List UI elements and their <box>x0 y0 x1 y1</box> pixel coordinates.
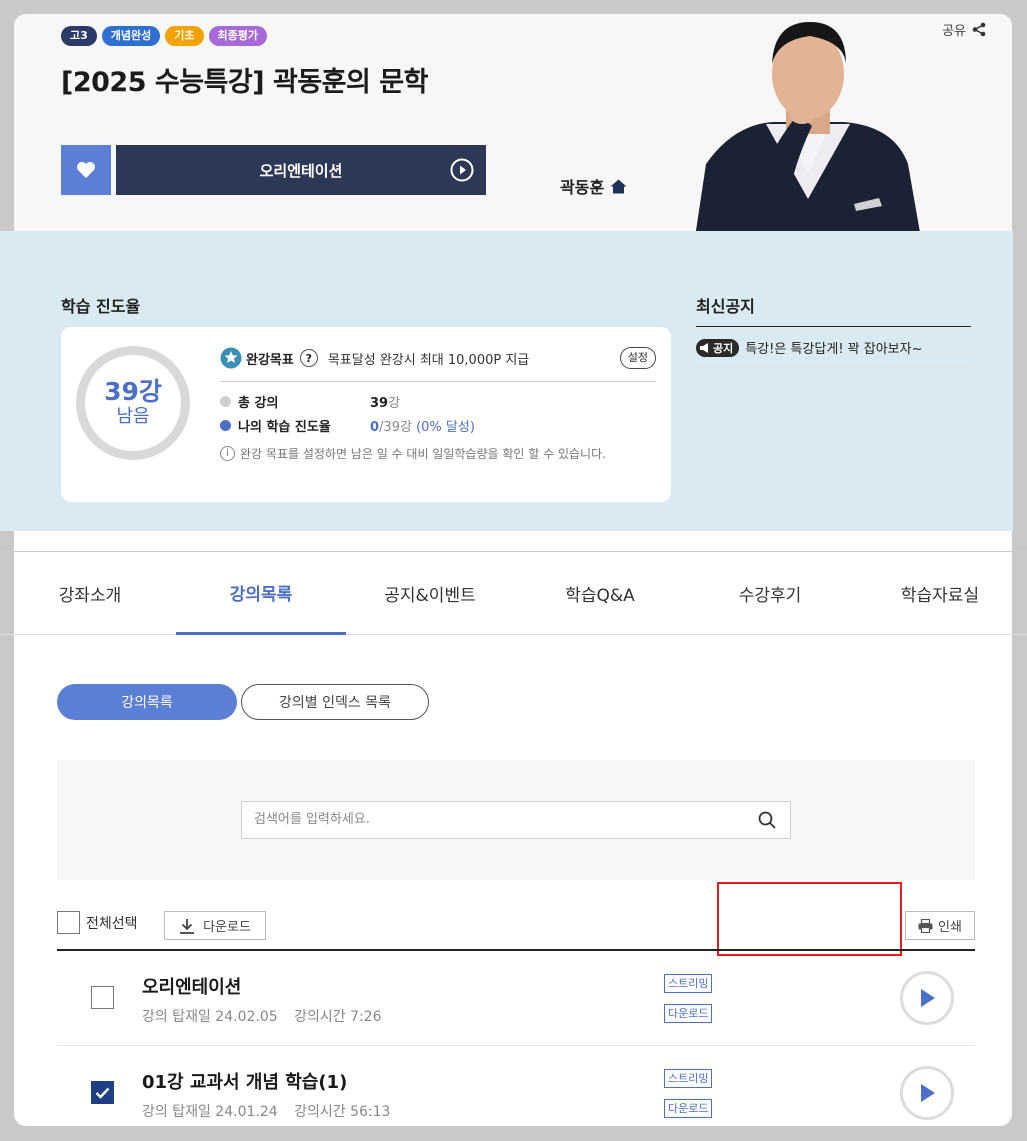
lecture-duration: 강의시간 7:26 <box>294 1009 382 1025</box>
highlight-box <box>717 882 902 956</box>
heart-icon <box>77 162 95 178</box>
tab-lecture-list[interactable]: 강의목록 <box>176 552 346 635</box>
print-label: 인쇄 <box>938 920 962 935</box>
lecture-meta: 강의 탑재일 24.01.24 강의시간 56:13 <box>142 1101 402 1121</box>
lecture-date: 강의 탑재일 24.02.05 <box>142 1009 278 1025</box>
play-icon <box>921 1084 935 1102</box>
notice-item[interactable]: 공지 특강!은 특강답게! 꽉 잡아보자~ <box>696 338 922 357</box>
my-progress-row: 나의 학습 진도율 0/39강 (0% 달성) <box>220 416 475 435</box>
search-placeholder: 검색어를 입력하세요. <box>254 812 370 827</box>
notice-divider <box>696 326 971 327</box>
lecture-date: 강의 탑재일 24.01.24 <box>142 1104 278 1120</box>
course-header: 고3 개념완성 기초 최종평가 [2025 수능특강] 곽동훈의 문학 공유 오… <box>14 14 1012 244</box>
play-circle-icon <box>450 158 474 182</box>
course-title: [2025 수능특강] 곽동훈의 문학 <box>61 67 428 98</box>
remaining-ring: 39강 남음 <box>76 346 190 460</box>
select-all-label: 전체선택 <box>86 915 138 932</box>
lecture-title[interactable]: 01강 교과서 개념 학습(1) <box>142 1068 347 1094</box>
play-button[interactable] <box>900 1066 954 1120</box>
orientation-button[interactable]: 오리엔테이션 <box>116 145 486 195</box>
badge-concept: 개념완성 <box>101 26 161 46</box>
goal-setting-button[interactable]: 설정 <box>619 347 656 369</box>
search-icon[interactable] <box>758 811 776 829</box>
streaming-chip[interactable]: 스트리밍 <box>664 974 713 993</box>
gray-dot-icon <box>220 396 231 407</box>
remaining-number: 39강 <box>104 377 162 406</box>
favorite-button[interactable] <box>61 145 111 195</box>
goal-row: 완강목표 ? 목표달성 완강시 최대 10,000P 지급 설정 <box>220 347 656 369</box>
share-label: 공유 <box>942 24 966 39</box>
share-button[interactable]: 공유 <box>942 20 986 39</box>
badge-basic: 기초 <box>165 26 204 46</box>
notice-tag: 공지 <box>696 338 740 357</box>
notice-title: 최신공지 <box>696 297 755 316</box>
lecture-meta: 강의 탑재일 24.02.05 강의시간 7:26 <box>142 1006 394 1026</box>
megaphone-icon <box>700 342 708 353</box>
divider <box>220 381 656 382</box>
progress-title: 학습 진도율 <box>61 297 141 316</box>
badge-grade: 고3 <box>61 26 97 46</box>
total-value: 39 <box>370 396 389 411</box>
total-label: 총 강의 <box>238 396 279 411</box>
download-button[interactable]: 다운로드 <box>164 911 266 940</box>
goal-info: i 완강 목표를 설정하면 남은 일 수 대비 일일학습량을 확인 할 수 있습… <box>220 445 610 463</box>
tab-intro[interactable]: 강좌소개 <box>20 552 160 635</box>
lecture-row: 01강 교과서 개념 학습(1) 강의 탑재일 24.01.24 강의시간 56… <box>57 1046 975 1141</box>
print-button[interactable]: 인쇄 <box>905 911 975 940</box>
download-chip[interactable]: 다운로드 <box>664 1004 713 1023</box>
total-lectures-row: 총 강의 39강 <box>220 392 400 411</box>
streaming-chip[interactable]: 스트리밍 <box>664 1069 713 1088</box>
progress-card: 39강 남음 완강목표 ? 목표달성 완강시 최대 10,000P 지급 설정 … <box>61 327 671 502</box>
index-list-mode-button[interactable]: 강의별 인덱스 목록 <box>241 684 429 720</box>
teacher-name: 곽동훈 <box>560 178 605 197</box>
teacher-link[interactable]: 곽동훈 <box>560 174 627 198</box>
select-all[interactable]: 전체선택 <box>57 911 138 934</box>
check-icon <box>95 1087 110 1099</box>
printer-icon <box>918 918 933 933</box>
medal-icon <box>220 347 242 369</box>
goal-description: 목표달성 완강시 최대 10,000P 지급 <box>327 352 530 368</box>
help-icon[interactable]: ? <box>299 349 318 367</box>
orientation-label: 오리엔테이션 <box>259 161 343 180</box>
my-done: 0 <box>370 420 380 435</box>
course-tabs: 강좌소개 강의목록 공지&이벤트 학습Q&A 수강후기 학습자료실 <box>0 551 1027 635</box>
tab-reviews[interactable]: 수강후기 <box>695 552 845 635</box>
tab-materials[interactable]: 학습자료실 <box>865 552 1015 635</box>
lecture-checkbox[interactable] <box>91 986 114 1009</box>
play-icon <box>921 989 935 1007</box>
download-icon <box>180 918 195 934</box>
my-progress-label: 나의 학습 진도율 <box>238 420 331 435</box>
lecture-duration: 강의시간 56:13 <box>294 1104 391 1120</box>
remaining-label: 남음 <box>116 406 150 427</box>
notice-text: 특강!은 특강답게! 꽉 잡아보자~ <box>745 342 923 357</box>
goal-label: 완강목표 <box>246 352 294 368</box>
search-input[interactable]: 검색어를 입력하세요. <box>241 801 791 839</box>
info-icon: i <box>220 446 235 461</box>
lecture-row: 오리엔테이션 강의 탑재일 24.02.05 강의시간 7:26 스트리밍 다운… <box>57 951 975 1047</box>
select-all-checkbox[interactable] <box>57 911 80 934</box>
lecture-title[interactable]: 오리엔테이션 <box>142 973 241 999</box>
notice-tag-label: 공지 <box>713 341 734 355</box>
lecture-checkbox-checked[interactable] <box>91 1081 114 1104</box>
total-unit: 강 <box>388 396 401 411</box>
tab-notice-event[interactable]: 공지&이벤트 <box>355 552 505 635</box>
download-label: 다운로드 <box>203 920 251 935</box>
notice-divider-bottom <box>696 366 971 367</box>
teacher-photo <box>694 14 922 244</box>
share-icon <box>972 22 986 37</box>
home-icon <box>610 179 627 193</box>
lecture-list-mode-button[interactable]: 강의목록 <box>57 684 237 720</box>
badge-final: 최종평가 <box>208 26 267 46</box>
tab-qna[interactable]: 학습Q&A <box>525 552 675 635</box>
my-total: /39강 <box>379 420 412 435</box>
info-text: 완강 목표를 설정하면 남은 일 수 대비 일일학습량을 확인 할 수 있습니다… <box>240 447 606 461</box>
my-percent: (0% 달성) <box>416 420 475 435</box>
play-button[interactable] <box>900 971 954 1025</box>
blue-dot-icon <box>220 420 231 431</box>
download-chip[interactable]: 다운로드 <box>664 1099 713 1118</box>
badge-group: 고3 개념완성 기초 최종평가 <box>61 26 267 46</box>
